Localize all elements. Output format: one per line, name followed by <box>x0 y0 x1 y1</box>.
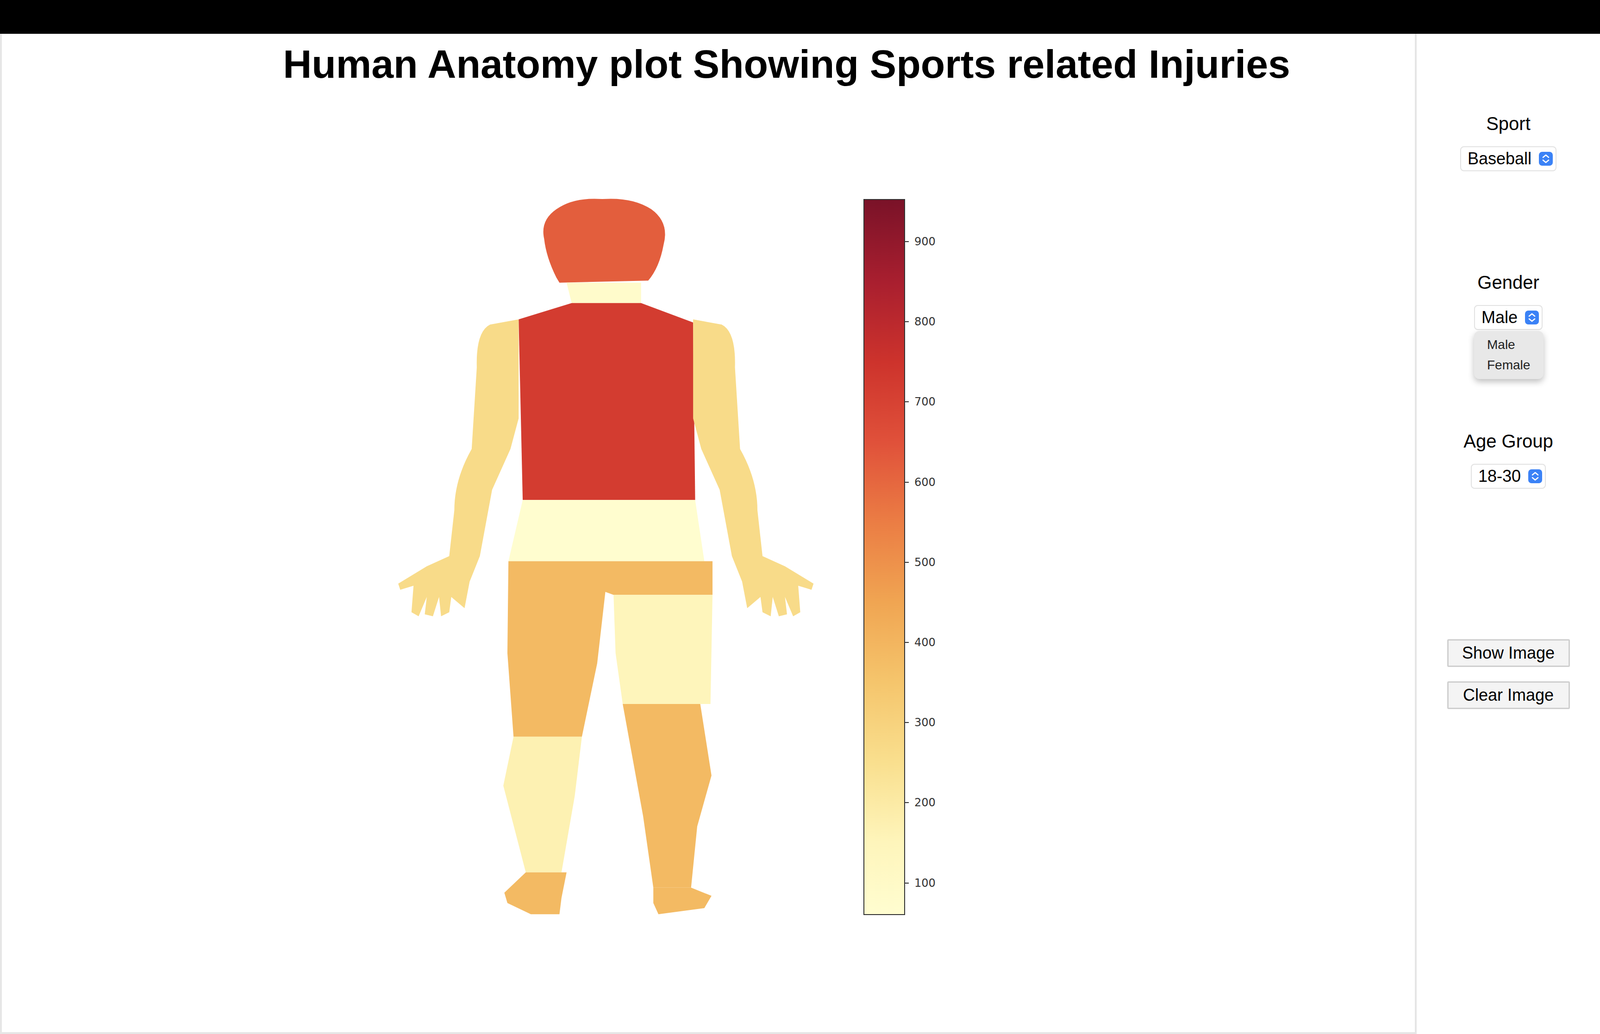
neck-region <box>566 282 642 304</box>
plot-panel: Human Anatomy plot Showing Sports relate… <box>0 33 1417 1034</box>
tick-mark <box>904 401 909 403</box>
tick-label: 700 <box>914 395 936 409</box>
plot-title: Human Anatomy plot Showing Sports relate… <box>1 33 1415 88</box>
tick-label: 900 <box>914 235 936 249</box>
tick-mark <box>904 562 909 563</box>
select[interactable]: Male <box>1474 305 1543 331</box>
tick-mark <box>904 722 909 724</box>
head-region <box>543 198 666 283</box>
control-label: Gender <box>1477 271 1539 294</box>
page: Human Anatomy plot Showing Sports relate… <box>0 0 1600 1034</box>
dropdown-option[interactable]: Female <box>1474 355 1544 376</box>
colorbar-tick: 900 <box>904 235 936 249</box>
select-value: Male <box>1481 307 1518 328</box>
tick-mark <box>904 241 909 243</box>
top-bar <box>0 0 1600 34</box>
content: Human Anatomy plot Showing Sports relate… <box>0 33 1600 1034</box>
colorbar-tick: 300 <box>904 716 936 730</box>
updown-chevron-icon <box>1525 310 1539 325</box>
colorbar: 100 200 300 400 500 600 700 800 900 <box>863 199 957 916</box>
sidebar: SportBaseballGenderMaleMaleFemaleAge Gro… <box>1416 33 1600 1034</box>
control-group: Sport Baseball <box>1460 112 1557 172</box>
left-arm-region <box>398 319 519 617</box>
right-lower-leg-region <box>622 704 712 888</box>
right-upper-leg-region <box>613 594 713 705</box>
action-button[interactable]: Show Image <box>1447 639 1570 668</box>
left-foot-region <box>504 872 567 915</box>
updown-chevron-icon <box>1538 151 1553 166</box>
colorbar-tick: 100 <box>904 876 936 890</box>
select[interactable]: 18-30 <box>1470 463 1546 489</box>
tick-mark <box>904 802 909 804</box>
body-figure <box>387 193 827 924</box>
right-foot-region <box>653 887 712 915</box>
colorbar-tick: 200 <box>904 796 936 810</box>
action-button[interactable]: Clear Image <box>1447 681 1570 710</box>
tick-label: 800 <box>914 315 936 329</box>
colorbar-tick: 500 <box>904 556 936 569</box>
colorbar-tick: 700 <box>904 395 936 409</box>
tick-mark <box>904 321 909 323</box>
select[interactable]: Baseball <box>1460 146 1557 172</box>
control-group: Age Group 18-30 <box>1463 430 1553 489</box>
select-value: 18-30 <box>1478 466 1521 487</box>
updown-chevron-icon <box>1528 469 1543 484</box>
torso-region <box>518 303 695 500</box>
dropdown-menu: MaleFemale <box>1474 331 1544 380</box>
tick-label: 300 <box>914 716 936 730</box>
select-value: Baseball <box>1467 149 1532 169</box>
tick-label: 400 <box>914 636 936 650</box>
select-wrap: 18-30 <box>1470 463 1546 489</box>
colorbar-tick: 800 <box>904 315 936 329</box>
tick-label: 100 <box>914 876 936 890</box>
select-wrap: Baseball <box>1460 146 1557 172</box>
tick-mark <box>904 882 909 884</box>
left-lower-leg-region <box>503 737 582 873</box>
button-group: Show Image Clear Image <box>1447 639 1570 710</box>
colorbar-tick: 400 <box>904 636 936 650</box>
dropdown-option[interactable]: Male <box>1474 334 1544 356</box>
tick-mark <box>904 481 909 483</box>
select-wrap: MaleMaleFemale <box>1474 305 1543 331</box>
tick-label: 500 <box>914 556 936 569</box>
colorbar-gradient <box>863 199 906 916</box>
tick-mark <box>904 642 909 644</box>
plot-area: 100 200 300 400 500 600 700 800 900 <box>1 193 1415 924</box>
control-group: Gender MaleMaleFemale <box>1474 271 1543 331</box>
hips-region <box>508 500 705 562</box>
tick-label: 200 <box>914 796 936 810</box>
control-label: Age Group <box>1463 430 1553 453</box>
control-label: Sport <box>1486 112 1531 135</box>
tick-label: 600 <box>914 475 936 489</box>
colorbar-tick: 600 <box>904 475 936 489</box>
